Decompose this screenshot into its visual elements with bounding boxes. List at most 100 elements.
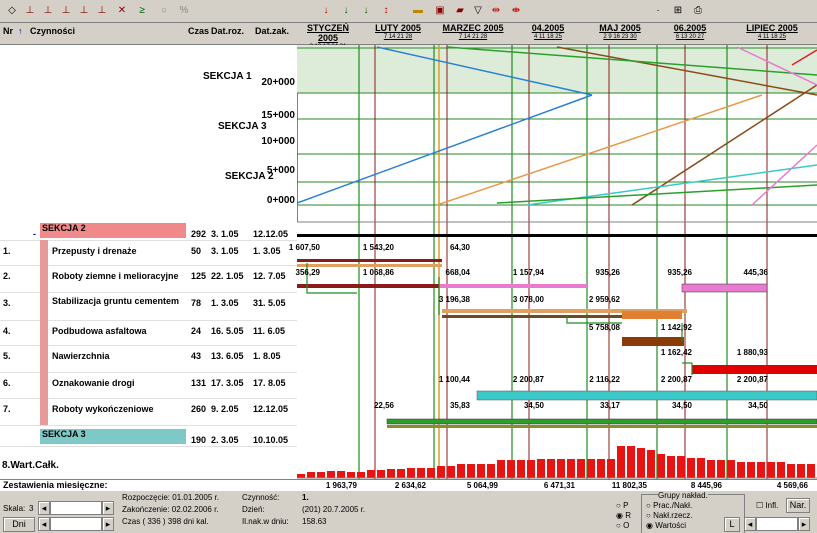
histogram-bar [777, 462, 785, 478]
table-row[interactable]: 3. Stabilizacja gruntu cementem 78 1. 3.05 3… [0, 292, 297, 321]
month-header: MARZEC 2005 7 14 21 28 [442, 23, 504, 40]
histogram-bar [317, 472, 325, 478]
table-row[interactable]: 6. Oznakowanie drogi 131 17. 3.05 17. 8.05 [0, 372, 297, 399]
duration-cell: 190 [191, 435, 207, 445]
option-naklrzecz[interactable]: ○ Nakł.rzecz. [646, 511, 693, 520]
bars-icon[interactable]: ▬ [410, 3, 426, 18]
monthly-value: 935,26 [667, 268, 692, 277]
gantt-bar [439, 284, 587, 288]
histogram-bar [497, 460, 505, 478]
infl-checkbox[interactable]: ☐ Infl. [756, 501, 778, 510]
diamond-icon[interactable]: ◇ [4, 3, 20, 18]
scale-scrollbar[interactable] [50, 501, 102, 515]
nar-button[interactable]: Nar. [786, 498, 810, 513]
start-cell: 3. 1.05 [211, 229, 239, 239]
gantt-tool-2-icon[interactable]: ⊥ [40, 3, 56, 18]
histogram-bar [707, 460, 715, 478]
histogram-bar [757, 462, 765, 478]
row-number: 7. [3, 404, 11, 414]
gantt-tool-3-icon[interactable]: ⊥ [58, 3, 74, 18]
header-nr: Nr [3, 26, 14, 36]
grid-icon[interactable]: ⊞ [670, 3, 686, 18]
dot-icon[interactable]: · [650, 3, 666, 18]
section-strip [40, 372, 48, 398]
option-wartosci[interactable]: ◉ Wartości [646, 521, 686, 530]
h-right-arrow-icon[interactable]: ▸ [798, 517, 810, 531]
print-icon[interactable]: ⎙ [690, 3, 706, 18]
daily-amount-value: 158.63 [302, 517, 327, 526]
scale-right-arrow-icon[interactable]: ▸ [102, 501, 114, 515]
histogram-bar [477, 464, 485, 478]
funnel-icon[interactable]: ▽ [470, 3, 486, 18]
collapse-icon[interactable]: - [33, 229, 36, 240]
days-left-arrow-icon[interactable]: ◂ [38, 517, 50, 531]
histogram-bar [327, 471, 335, 478]
toolbar: ◇ ⊥ ⊥ ⊥ ⊥ ⊥ ✕ ≥ ○ % ↓ ↓ ↓ ↕ ▬ ▣ ▰ ▽ ⇹ ⇼ … [0, 0, 817, 23]
histogram-bar [387, 469, 395, 478]
start-cell: 17. 3.05 [211, 378, 244, 388]
l-button[interactable]: L [724, 517, 740, 532]
activity-name: Nawierzchnia [52, 351, 110, 361]
delete-link-icon[interactable]: ✕ [114, 3, 130, 18]
table-row[interactable]: 2. Roboty ziemne i melioracyjne 125 22. 1.0… [0, 265, 297, 293]
table-row[interactable]: 4. Podbudowa asfaltowa 24 16. 5.05 11. 6.05 [0, 320, 297, 346]
table-row[interactable]: SEKCJA 3 190 2. 3.05 10.10.05 [0, 429, 297, 447]
histogram-bar [297, 474, 305, 478]
histogram-bar [507, 460, 515, 478]
table-row[interactable]: 7. Roboty wykończeniowe 260 9. 2.05 12.12.05 [0, 398, 297, 426]
gantt-tool-1-icon[interactable]: ⊥ [22, 3, 38, 18]
expand-icon[interactable]: ⇹ [488, 3, 504, 18]
end-cell: 11. 6.05 [253, 326, 286, 336]
day-value: (201) 20.7.2005 r. [302, 505, 366, 514]
monthly-value: 34,50 [671, 401, 692, 410]
monthly-value: 1 157,94 [512, 268, 544, 277]
end-date: Zakończenie: 02.02.2006 r. [122, 505, 219, 514]
gantt-tool-5-icon[interactable]: ⊥ [94, 3, 110, 18]
vehicle-icon[interactable]: ▰ [452, 3, 468, 18]
monthly-value: 33,17 [599, 401, 620, 410]
days-button[interactable]: Dni [3, 517, 35, 532]
radio-p[interactable]: ○ P [616, 501, 628, 510]
start-cell: 9. 2.05 [211, 404, 239, 414]
monthly-value: 5 758,08 [588, 323, 620, 332]
month-header: STYCZEŃ 20053 10 17 24 31 [306, 23, 349, 50]
arrow-tool-1-icon[interactable]: ↓ [318, 3, 334, 18]
gantt-bar [387, 425, 817, 428]
days-right-arrow-icon[interactable]: ▸ [102, 517, 114, 531]
option-prac[interactable]: ○ Prac./Nakł. [646, 501, 692, 510]
undo-icon[interactable]: ○ [156, 3, 172, 18]
gantt-bar [297, 284, 439, 288]
axis-label: 20+000 [261, 77, 295, 88]
table-row[interactable]: - SEKCJA 2 292 3. 1.05 12.12.05 [0, 223, 297, 241]
days-scrollbar[interactable] [50, 517, 102, 531]
histogram-bar [577, 459, 585, 478]
table-row[interactable]: 1. Przepusty i drenaże 50 3. 1.05 1. 3.05 [0, 240, 297, 266]
histogram-bar [487, 464, 495, 478]
link-icon[interactable]: % [176, 3, 192, 18]
gantt-bar [622, 311, 682, 319]
sort-icon[interactable]: ≥ [134, 3, 150, 18]
monthly-value: 2 200,87 [736, 375, 768, 384]
radio-o[interactable]: ○ O [616, 521, 629, 530]
h-left-arrow-icon[interactable]: ◂ [744, 517, 756, 531]
scale-left-arrow-icon[interactable]: ◂ [38, 501, 50, 515]
h-scrollbar[interactable] [756, 517, 798, 531]
collapse-icon[interactable]: ⇼ [508, 3, 524, 18]
arrow-tool-3-icon[interactable]: ↓ [358, 3, 374, 18]
scale-value: 3 [29, 504, 34, 513]
row-number: 2. [3, 271, 11, 281]
arrow-tool-2-icon[interactable]: ↓ [338, 3, 354, 18]
section-strip [40, 240, 48, 265]
start-date: Rozpoczęcie: 01.01.2005 r. [122, 493, 219, 502]
histogram-bar [567, 459, 575, 478]
radio-r[interactable]: ◉ R [616, 511, 631, 520]
sort-arrow-icon[interactable]: ↑ [18, 26, 23, 36]
arrow-tool-4-icon[interactable]: ↕ [378, 3, 394, 18]
histogram-bar [457, 464, 465, 478]
table-row[interactable]: 5. Nawierzchnia 43 13. 6.05 1. 8.05 [0, 345, 297, 373]
truck-icon[interactable]: ▣ [432, 3, 448, 18]
gantt-tool-4-icon[interactable]: ⊥ [76, 3, 92, 18]
monthly-value: 1 100,44 [438, 375, 470, 384]
histogram-bar [337, 471, 345, 478]
histogram-bar [437, 466, 445, 478]
